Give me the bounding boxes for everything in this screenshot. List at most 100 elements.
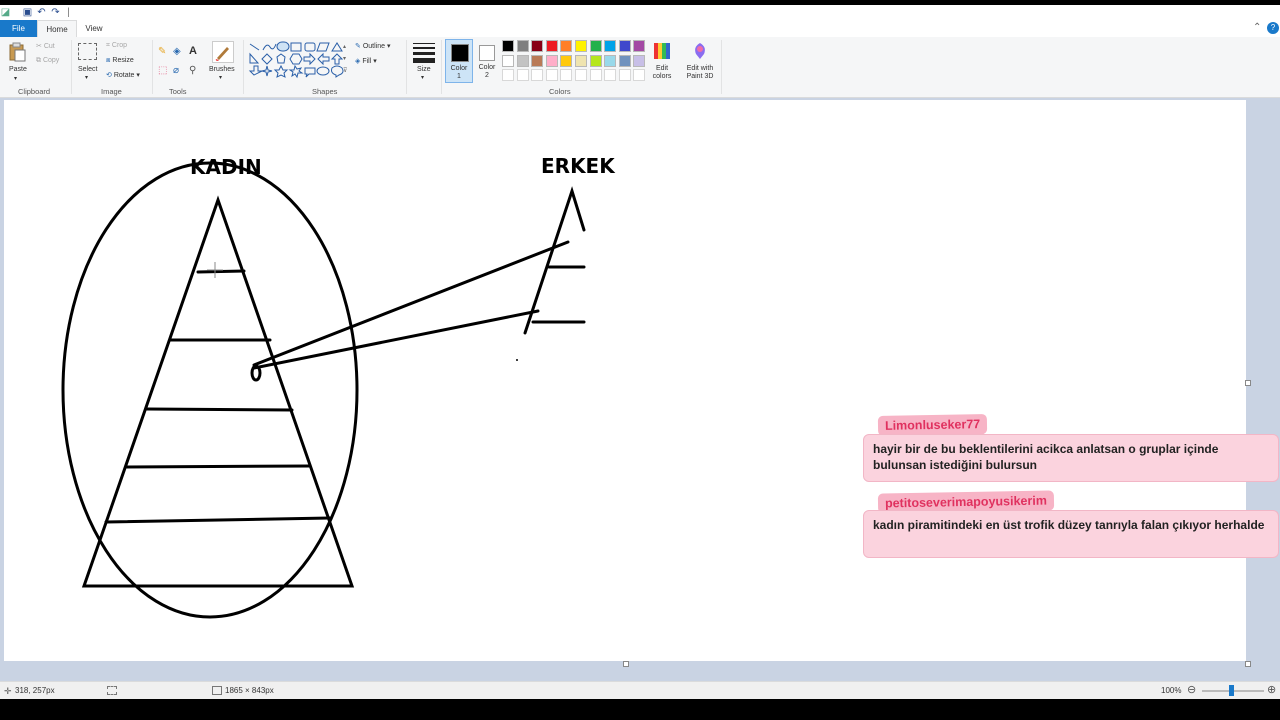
palette-swatch[interactable] [531, 40, 544, 52]
connector-line [252, 240, 570, 367]
paste-dropdown-icon[interactable]: ▾ [14, 75, 17, 82]
palette-swatch[interactable] [633, 69, 646, 81]
pyramid-level-line [125, 464, 312, 469]
outline-button[interactable]: ✎ Outline ▾ [355, 42, 390, 50]
palette-swatch[interactable] [633, 54, 646, 67]
color1-button[interactable]: Color 1 [445, 39, 473, 83]
paint-app-icon[interactable]: ◪ [0, 7, 11, 18]
pencil-icon[interactable]: ✎ [158, 46, 166, 57]
palette-swatch[interactable] [560, 69, 573, 81]
palette-swatch[interactable] [502, 54, 514, 67]
text-tool-icon[interactable]: A [189, 45, 197, 57]
palette-swatch[interactable] [589, 69, 602, 81]
edit-colors-icon[interactable] [652, 41, 672, 61]
resize-button[interactable]: ⧈ Resize [106, 57, 134, 65]
palette-swatch[interactable] [545, 54, 558, 67]
resize-handle-bottom[interactable] [623, 661, 629, 667]
brushes-dropdown-icon[interactable]: ▾ [219, 74, 222, 81]
brushes-icon[interactable] [212, 41, 234, 63]
size-icon[interactable] [412, 42, 436, 64]
eraser-icon[interactable]: ⬚ [158, 65, 167, 76]
color2-button[interactable]: Color 2 [475, 39, 499, 83]
edit-colors-button[interactable]: Edit colors [648, 65, 676, 81]
fill-button[interactable]: ◈ Fill ▾ [355, 57, 377, 65]
selection-size-icon [107, 686, 117, 695]
collapse-ribbon-icon[interactable]: ⌃ [1253, 22, 1261, 33]
canvas-size: 1865 × 843px [225, 686, 274, 695]
resize-handle-right[interactable] [1245, 380, 1251, 386]
help-icon[interactable]: ? [1267, 22, 1279, 34]
label-erkek: ERKEK [541, 154, 615, 178]
shapes-scroll-down-icon[interactable]: ▾ [343, 55, 346, 62]
palette-swatch[interactable] [531, 69, 544, 81]
palette-swatch[interactable] [575, 69, 587, 81]
palette-swatch[interactable] [516, 69, 529, 81]
select-dropdown-icon[interactable]: ▾ [85, 74, 88, 81]
zoom-slider-thumb[interactable] [1229, 685, 1234, 696]
size-dropdown-icon[interactable]: ▾ [421, 74, 424, 81]
palette-swatch[interactable] [618, 54, 631, 67]
circle-shape [61, 161, 359, 619]
resize-handle-corner[interactable] [1245, 661, 1251, 667]
edit-with-paint3d-button[interactable]: Edit with Paint 3D [682, 65, 718, 81]
title-bar: ◪ ▣ ↶ ↷ | [0, 5, 1280, 20]
palette-swatch[interactable] [633, 40, 646, 52]
undo-icon[interactable]: ↶ [36, 7, 47, 18]
palette-swatch[interactable] [575, 54, 587, 67]
fill-bucket-icon[interactable]: ◈ [173, 46, 181, 57]
palette-swatch[interactable] [589, 54, 602, 67]
select-button[interactable]: Select [78, 66, 97, 73]
palette-swatch[interactable] [516, 40, 529, 52]
palette-swatch[interactable] [575, 40, 587, 52]
select-icon[interactable] [78, 43, 97, 60]
brushes-button[interactable]: Brushes [209, 66, 235, 73]
color2-swatch [479, 45, 495, 61]
shapes-expand-icon[interactable]: ⊽ [343, 67, 347, 74]
copy-label: Copy [42, 57, 60, 64]
palette-swatch[interactable] [531, 54, 544, 67]
palette-swatch[interactable] [560, 54, 573, 67]
shapes-gallery[interactable] [246, 40, 346, 82]
canvas-size-icon [212, 686, 222, 695]
tab-file[interactable]: File [0, 20, 37, 37]
shapes-scroll-up-icon[interactable]: ▴ [343, 43, 346, 50]
palette-swatch[interactable] [545, 40, 558, 52]
palette-swatch[interactable] [545, 69, 558, 81]
palette-swatch[interactable] [502, 69, 514, 81]
zoom-out-icon[interactable]: ⊖ [1187, 683, 1196, 696]
tab-home[interactable]: Home [37, 20, 77, 37]
palette-swatch[interactable] [589, 40, 602, 52]
size-button[interactable]: Size [417, 66, 431, 73]
separator [71, 40, 72, 94]
save-icon[interactable]: ▣ [22, 7, 33, 18]
palette-swatch[interactable] [618, 40, 631, 52]
paste-button[interactable] [8, 42, 26, 62]
magnifier-icon[interactable]: ⚲ [189, 65, 196, 76]
shapes-group-label: Shapes [312, 87, 338, 96]
redo-icon[interactable]: ↷ [50, 7, 61, 18]
palette-swatch[interactable] [516, 54, 529, 67]
woman-pyramid [81, 195, 355, 588]
drawing-canvas[interactable]: KADIN ERKEK [4, 100, 1246, 661]
palette-swatch[interactable] [604, 69, 617, 81]
crop-button[interactable]: ⌗ Crop [106, 42, 127, 50]
palette-swatch[interactable] [560, 40, 573, 52]
separator [243, 40, 244, 94]
paste-label[interactable]: Paste [9, 66, 27, 73]
cut-button[interactable]: ✂ Cut [36, 42, 55, 50]
palette-swatch[interactable] [618, 69, 631, 81]
colors-group-label: Colors [549, 87, 571, 96]
pyramid-level-line [196, 269, 246, 274]
palette-swatch[interactable] [604, 40, 617, 52]
palette-swatch[interactable] [604, 54, 617, 67]
color-picker-icon[interactable]: ⌀ [173, 65, 179, 76]
zoom-in-icon[interactable]: ⊕ [1267, 683, 1276, 696]
clipboard-group-label: Clipboard [18, 87, 51, 96]
paint3d-icon[interactable] [690, 41, 710, 61]
customize-qat-icon[interactable]: | [63, 7, 74, 18]
canvas-workarea: KADIN ERKEK [0, 98, 1280, 681]
tab-view[interactable]: View [80, 20, 108, 37]
rotate-button[interactable]: ⟲ Rotate ▾ [106, 71, 140, 79]
palette-swatch[interactable] [502, 40, 514, 52]
copy-button[interactable]: ⧉ Copy [36, 57, 59, 65]
